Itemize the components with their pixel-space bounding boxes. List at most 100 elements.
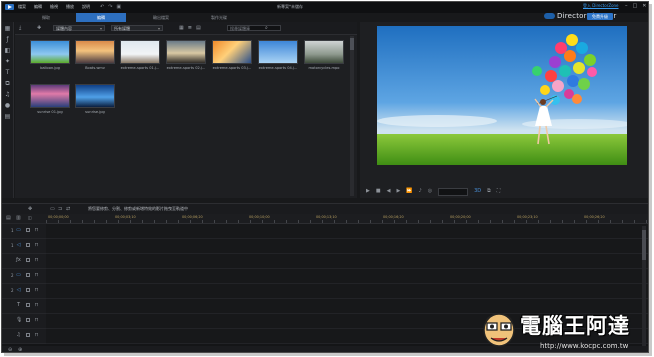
stop-icon[interactable]: ■ (376, 186, 381, 196)
audio-mix-icon[interactable]: ♫ (4, 91, 11, 98)
timeline-view-icon[interactable]: ⊐ (58, 206, 62, 212)
track-enable-checkbox[interactable] (26, 258, 30, 262)
timeline-track[interactable] (46, 239, 648, 254)
track-enable-checkbox[interactable] (26, 288, 30, 292)
library-search-input[interactable]: 搜尋媒體庫 (227, 25, 281, 31)
track-header[interactable]: ♫ ⊓ (2, 329, 46, 344)
zoom-in-icon[interactable]: ⊕ (18, 347, 22, 352)
lock-icon[interactable]: ⊓ (34, 332, 39, 338)
track-enable-checkbox[interactable] (26, 333, 30, 337)
timeline-track[interactable] (46, 224, 648, 239)
search-icon[interactable]: ⌕ (265, 25, 268, 31)
play-icon[interactable]: ▶ (366, 186, 370, 196)
track-header[interactable]: 🎙 ⊓ (2, 314, 46, 329)
lock-icon[interactable]: ⊓ (34, 257, 39, 263)
upgrade-button[interactable]: 免費升級 (587, 13, 613, 20)
redo-icon[interactable]: ↷ (108, 3, 112, 11)
fx-room-icon[interactable]: ƒ (4, 36, 11, 43)
transition-room-icon[interactable]: ⧉ (4, 80, 11, 87)
pip-room-icon[interactable]: ◧ (4, 47, 11, 54)
grid-view-icon[interactable]: ▦ (179, 25, 184, 31)
lock-icon[interactable]: ⊓ (34, 302, 39, 308)
undock-icon[interactable]: ⧉ (487, 186, 491, 196)
menu-item[interactable]: 說明 (82, 3, 90, 11)
lock-icon[interactable]: ⊓ (34, 242, 39, 248)
media-thumbnail[interactable] (166, 40, 206, 64)
title-room-icon[interactable]: T (4, 69, 11, 76)
tab-edit[interactable]: 編輯 (76, 13, 126, 22)
menu-item[interactable]: 播放 (66, 3, 74, 11)
scrollbar-thumb[interactable] (642, 230, 646, 260)
media-thumbnail[interactable] (212, 40, 252, 64)
lock-icon[interactable]: ⊓ (34, 287, 39, 293)
save-icon[interactable]: ▣ (116, 3, 121, 11)
track-enable-checkbox[interactable] (26, 273, 30, 277)
voice-record-icon[interactable]: ● (4, 102, 11, 109)
track-header[interactable]: 1 ▭ ⊓ (2, 224, 46, 239)
maximize-icon[interactable]: □ (633, 2, 638, 10)
zoom-out-icon[interactable]: ⊖ (8, 347, 12, 352)
track-header[interactable]: 2 ◁ ⊓ (2, 284, 46, 299)
media-thumbnail[interactable] (30, 40, 70, 64)
track-enable-checkbox[interactable] (26, 228, 30, 232)
media-room-icon[interactable]: ▦ (4, 25, 11, 32)
import-icon[interactable]: ⤓ (19, 25, 21, 31)
timeline-ruler[interactable]: 00;00;00;00 00;00;03;10 00;00;06;20 00;00;1… (46, 214, 648, 224)
particle-room-icon[interactable]: ✦ (4, 58, 11, 65)
next-frame-icon[interactable]: ▶ (396, 186, 400, 196)
track-header[interactable]: 2 ▭ ⊓ (2, 269, 46, 284)
chapter-room-icon[interactable]: ▤ (4, 113, 11, 120)
track-header[interactable]: T ⊓ (2, 299, 46, 314)
snap-icon[interactable]: ▥ (16, 215, 21, 221)
media-thumbnail[interactable] (75, 84, 115, 108)
timeline-track[interactable] (46, 269, 648, 284)
storyboard-icon[interactable]: ▭ (50, 206, 55, 212)
lock-icon[interactable]: ⊓ (34, 272, 39, 278)
undo-icon[interactable]: ↶ (100, 3, 104, 11)
menu-item[interactable]: 編輯 (34, 3, 42, 11)
close-icon[interactable]: ✕ (642, 2, 646, 10)
timecode-field[interactable] (438, 188, 469, 196)
timeline-track[interactable] (46, 254, 648, 269)
menu-item[interactable]: 檔案 (18, 3, 26, 11)
library-scrollbar[interactable] (350, 36, 354, 196)
zoom-icon[interactable]: ◫ (28, 215, 32, 221)
media-thumbnail[interactable] (30, 84, 70, 108)
lock-icon[interactable]: ⊓ (34, 317, 39, 323)
track-header[interactable]: 1 ◁ ⊓ (2, 239, 46, 254)
prev-frame-icon[interactable]: ◀ (387, 186, 391, 196)
minimize-icon[interactable]: – (625, 2, 628, 10)
track-manager-icon[interactable]: ▤ (6, 215, 11, 221)
snapshot-icon[interactable]: ◎ (428, 186, 432, 196)
volume-icon[interactable]: ♪ (419, 186, 422, 196)
tab-disc[interactable]: 製作光碟 (194, 13, 244, 22)
menu-item[interactable]: 檢視 (50, 3, 58, 11)
scrollbar-thumb[interactable] (350, 38, 354, 50)
media-filter-dropdown[interactable]: 媒體內容 ▾ (53, 25, 105, 31)
media-thumbnail[interactable] (75, 40, 115, 64)
media-thumbnail[interactable] (258, 40, 298, 64)
list-view-icon[interactable]: ≣ (188, 25, 192, 31)
media-thumbnail[interactable] (304, 40, 344, 64)
tab-capture[interactable]: 擷取 (32, 13, 60, 22)
edit-hint: 將您要修剪、分割、修剪或新增特效的影片拖曳至軌道中 (88, 206, 188, 211)
app-logo-icon (5, 4, 14, 10)
timeline-toggle-icon[interactable]: ⇄ (66, 206, 70, 212)
login-link[interactable]: 登入 DirectorZone (583, 3, 619, 9)
plugin-icon[interactable]: ✚ (37, 25, 41, 31)
track-enable-checkbox[interactable] (26, 318, 30, 322)
track-enable-checkbox[interactable] (26, 243, 30, 247)
timeline-track[interactable] (46, 284, 648, 299)
tab-produce[interactable]: 輸出檔案 (136, 13, 186, 22)
track-header[interactable]: ƒx ⊓ (2, 254, 46, 269)
audio-track-icon: ◁ (16, 242, 21, 248)
details-view-icon[interactable]: ▤ (196, 25, 201, 31)
timeline-settings-icon[interactable]: ✥ (28, 206, 32, 212)
lock-icon[interactable]: ⊓ (34, 227, 39, 233)
track-enable-checkbox[interactable] (26, 303, 30, 307)
fullscreen-icon[interactable]: ⛶ (497, 186, 501, 196)
fast-forward-icon[interactable]: ⏩ (406, 186, 412, 196)
3d-icon[interactable]: 3D (474, 186, 481, 196)
media-thumbnail[interactable] (120, 40, 160, 64)
media-sort-dropdown[interactable]: 所有媒體 ▾ (111, 25, 163, 31)
